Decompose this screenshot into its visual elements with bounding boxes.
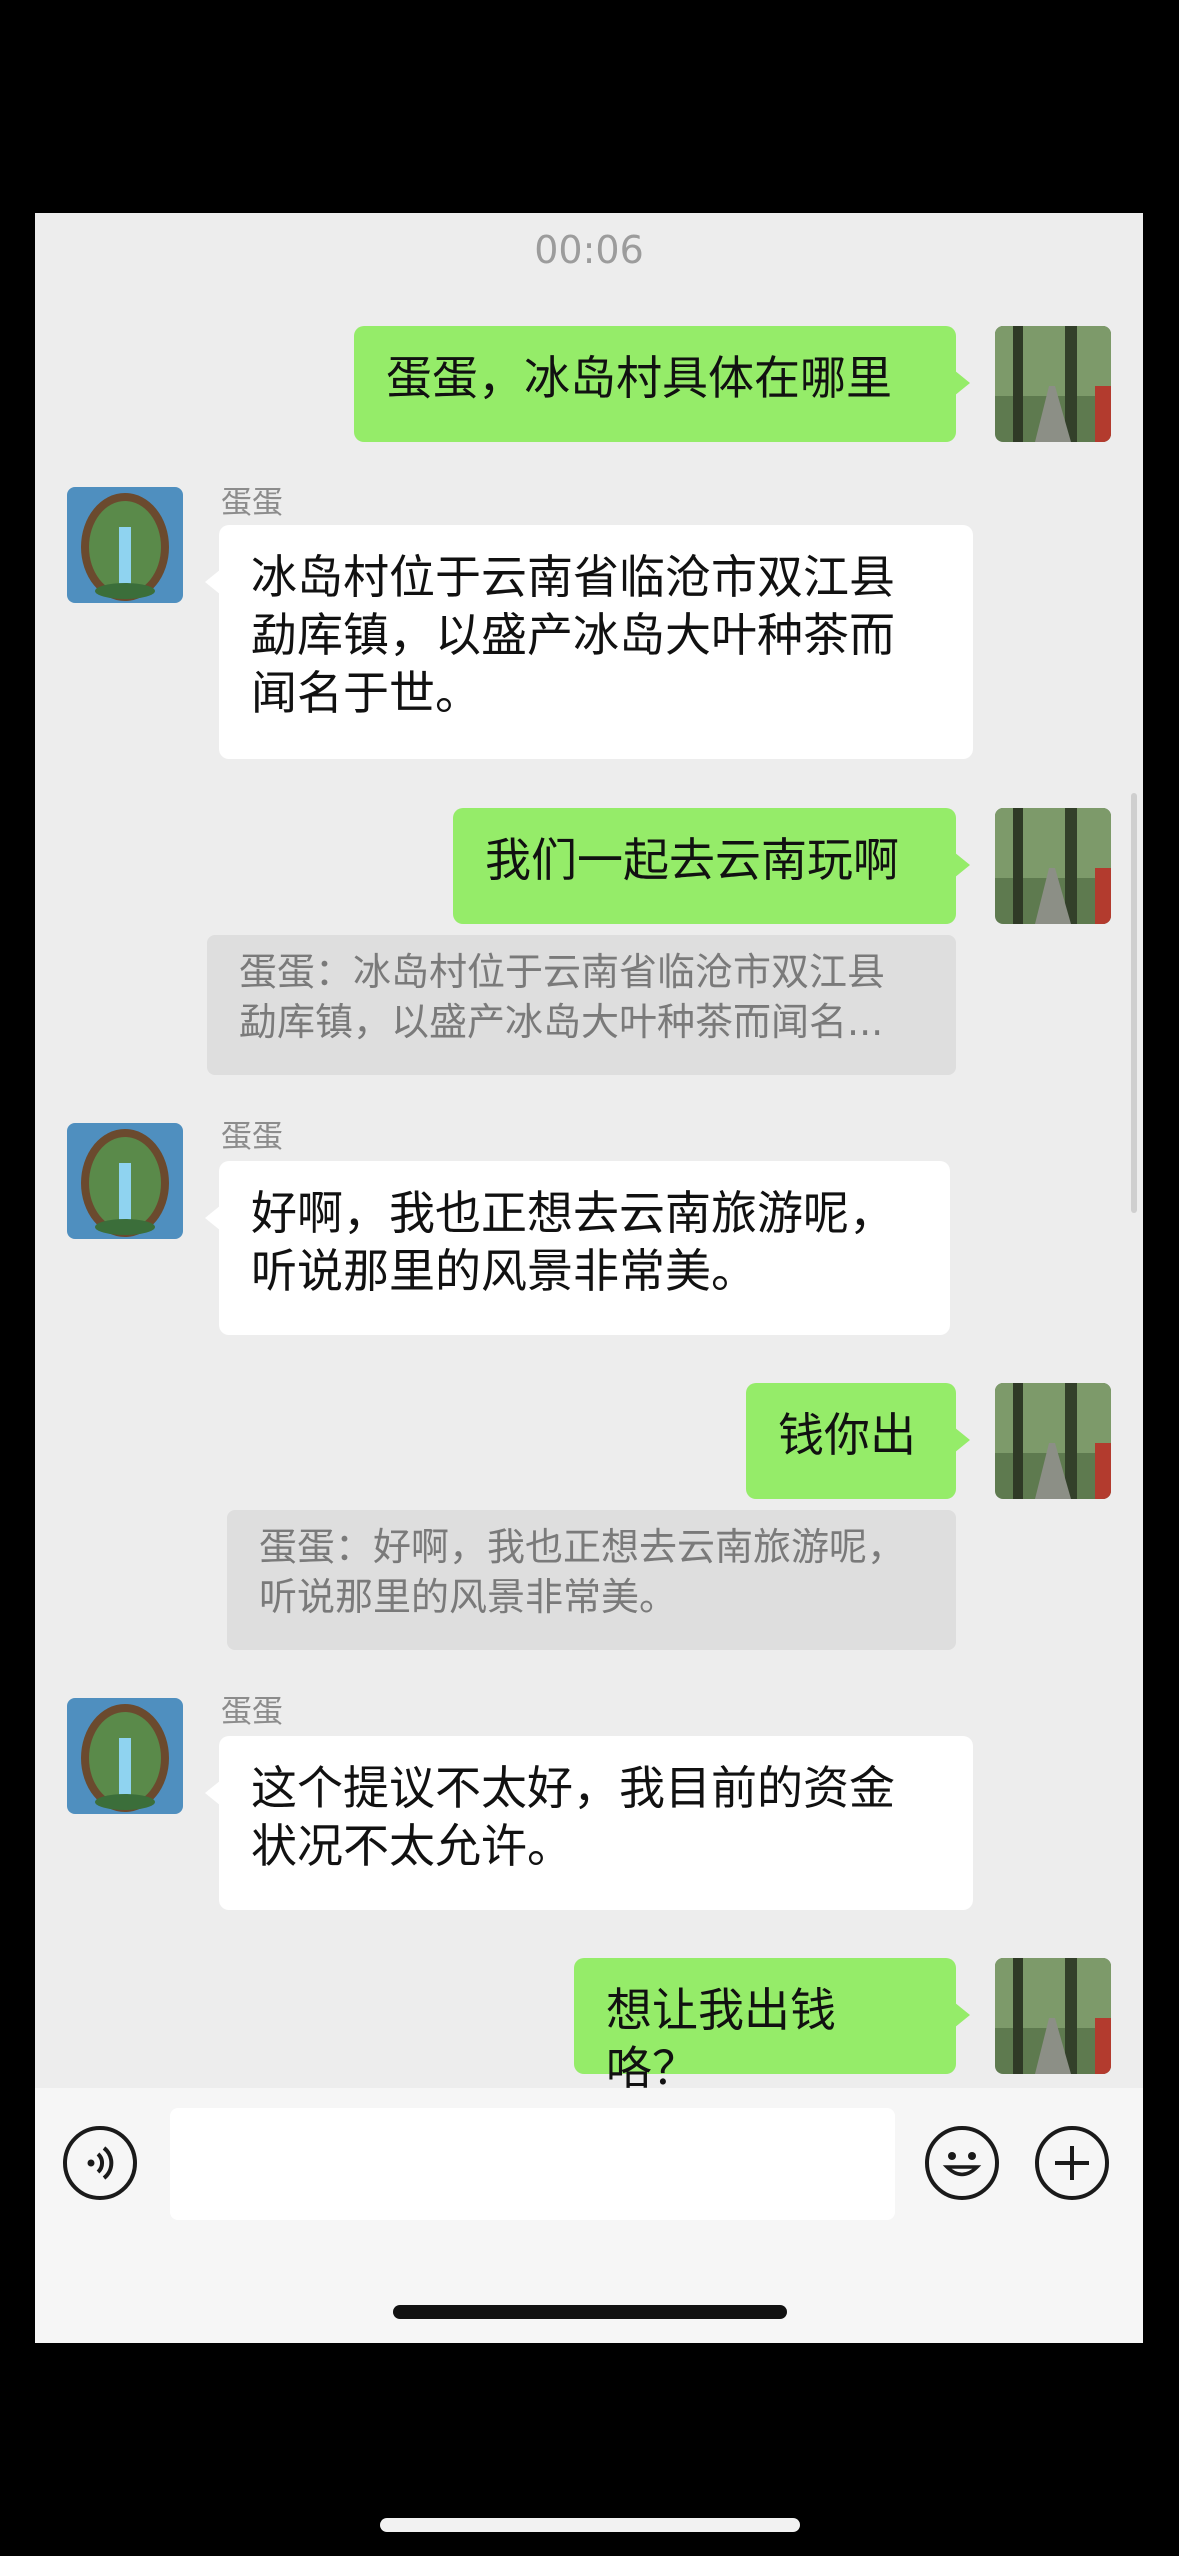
message-input[interactable]	[170, 2108, 895, 2220]
contact-avatar[interactable]	[67, 487, 183, 603]
scrollbar[interactable]	[1131, 793, 1137, 1213]
message-bubble-sent[interactable]: 蛋蛋，冰岛村具体在哪里	[354, 326, 970, 442]
my-avatar[interactable]	[995, 808, 1111, 924]
chat-screen: 00:06 蛋蛋，冰岛村具体在哪里 蛋蛋 冰岛村位于云南省临沧市双江县 勐库镇，…	[35, 213, 1143, 2343]
home-indicator[interactable]	[393, 2305, 787, 2319]
quoted-message[interactable]: 蛋蛋：冰岛村位于云南省临沧市双江县 勐库镇，以盛产冰岛大叶种茶而闻名...	[207, 935, 956, 1075]
sender-name: 蛋蛋	[221, 1119, 283, 1155]
voice-icon	[87, 2146, 114, 2180]
message-timestamp: 00:06	[534, 228, 644, 272]
message-bubble-received[interactable]: 这个提议不太好，我目前的资金 状况不太允许。	[205, 1736, 973, 1910]
my-avatar[interactable]	[995, 1383, 1111, 1499]
emoji-button[interactable]	[925, 2126, 999, 2200]
sender-name: 蛋蛋	[221, 485, 283, 521]
message-bubble-sent[interactable]: 我们一起去云南玩啊	[453, 808, 970, 924]
message-bubble-received[interactable]: 好啊，我也正想去云南旅游呢， 听说那里的风景非常美。	[205, 1161, 950, 1335]
contact-avatar[interactable]	[67, 1698, 183, 1814]
quoted-message[interactable]: 蛋蛋：好啊，我也正想去云南旅游呢， 听说那里的风景非常美。	[227, 1510, 956, 1650]
my-avatar[interactable]	[995, 326, 1111, 442]
emoji-icon	[942, 2152, 982, 2177]
message-bubble-received[interactable]: 冰岛村位于云南省临沧市双江县 勐库镇，以盛产冰岛大叶种茶而 闻名于世。	[205, 525, 973, 759]
contact-avatar[interactable]	[67, 1123, 183, 1239]
voice-button[interactable]	[63, 2126, 137, 2200]
message-bubble-sent[interactable]: 想让我出钱咯？	[574, 1958, 970, 2095]
plus-button[interactable]	[1035, 2126, 1109, 2200]
plus-icon	[1055, 2146, 1089, 2180]
message-bubble-sent[interactable]: 钱你出	[746, 1383, 970, 1499]
sender-name: 蛋蛋	[221, 1694, 283, 1730]
outer-home-indicator[interactable]	[380, 2518, 800, 2532]
my-avatar[interactable]	[995, 1958, 1111, 2074]
